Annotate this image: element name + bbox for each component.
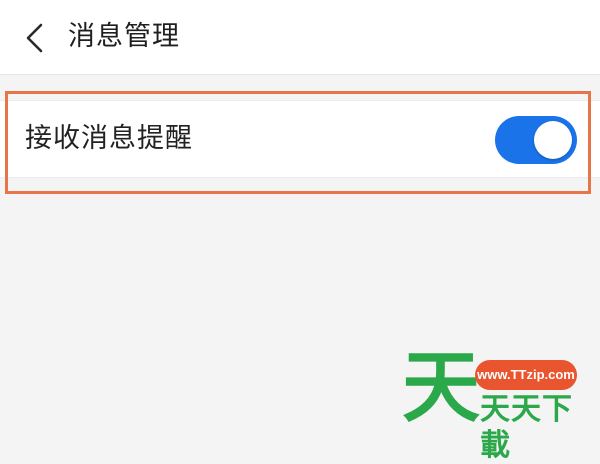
watermark-logo: 天 www.TTzip.com 天天下載	[400, 348, 590, 463]
back-button[interactable]	[14, 18, 54, 58]
receive-notifications-label: 接收消息提醒	[25, 123, 193, 154]
page-title: 消息管理	[68, 21, 180, 52]
receive-notifications-toggle[interactable]	[495, 116, 577, 164]
chevron-left-icon	[26, 23, 43, 53]
watermark-text: 天天下載	[480, 392, 573, 463]
receive-notifications-row[interactable]: 接收消息提醒	[0, 100, 600, 178]
toggle-knob	[534, 121, 572, 159]
title-bar: 消息管理	[0, 0, 600, 75]
watermark-big-char: 天	[402, 343, 481, 433]
watermark-url: www.TTzip.com	[475, 360, 577, 390]
